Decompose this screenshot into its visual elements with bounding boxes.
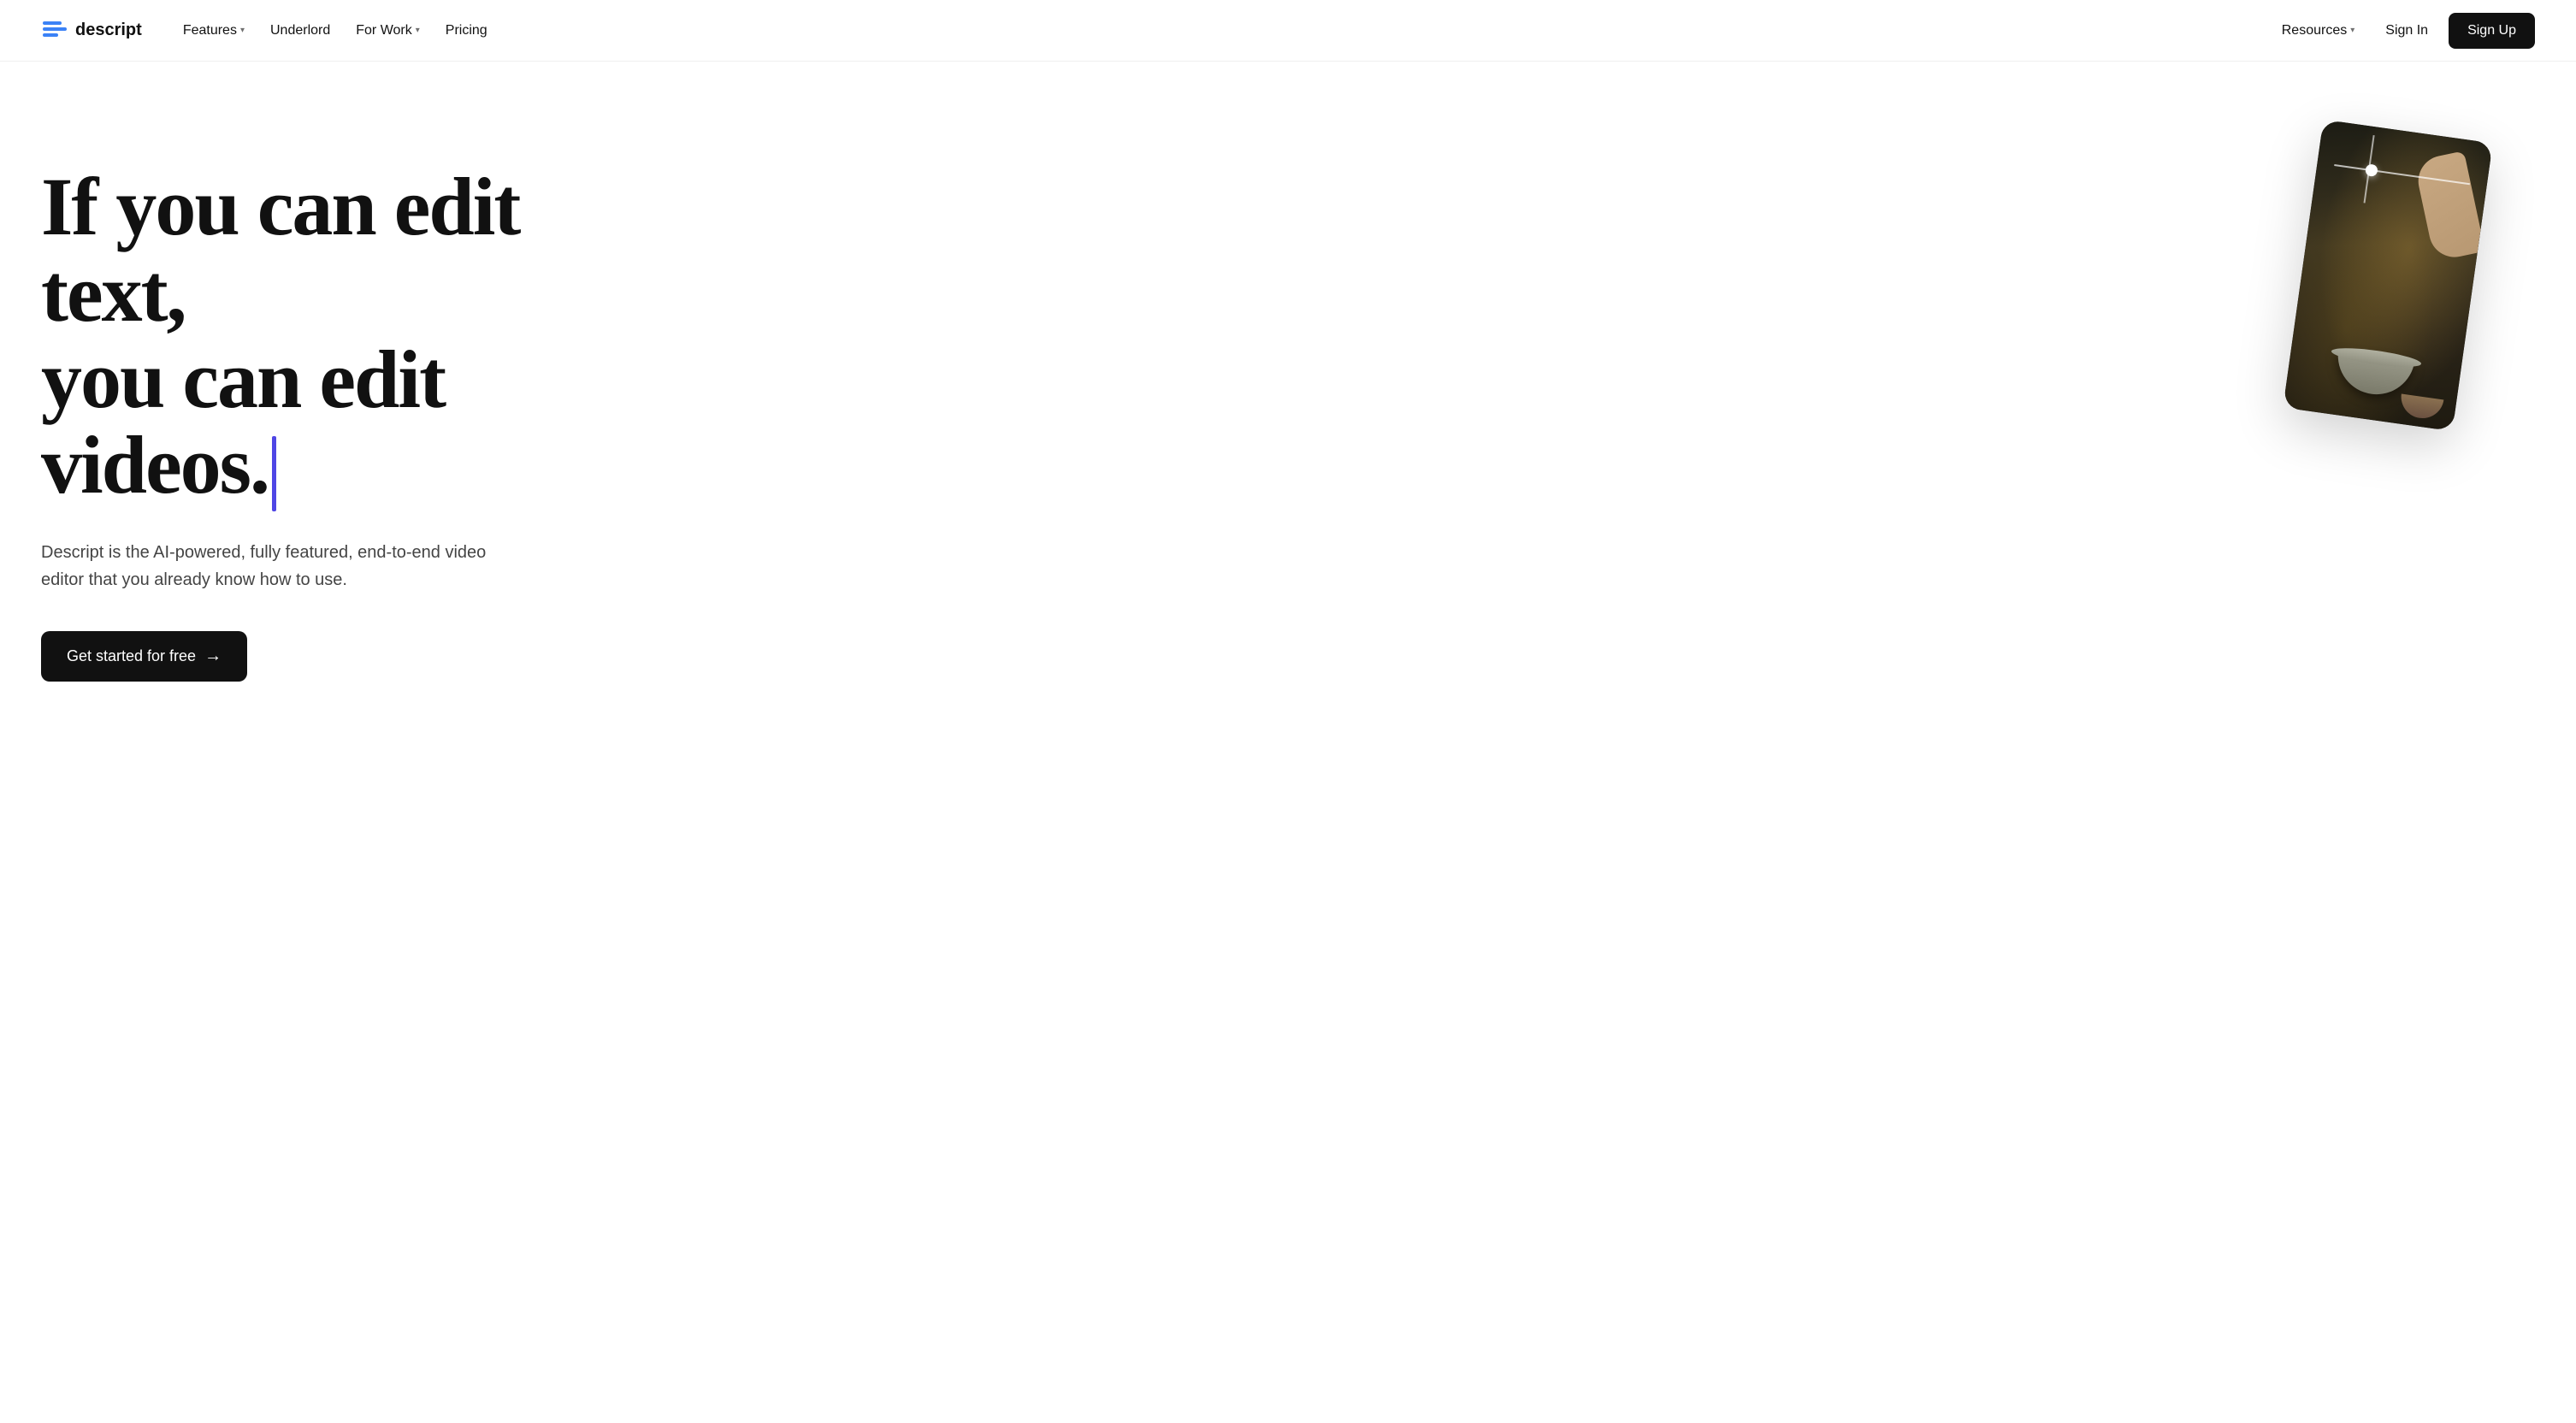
descript-logo-icon <box>41 17 68 44</box>
hero-subtext: Descript is the AI-powered, fully featur… <box>41 539 520 593</box>
hero-section: If you can edit text, you can edit video… <box>0 62 2576 1423</box>
arrow-icon: → <box>204 647 222 666</box>
chevron-down-icon: ▾ <box>240 26 245 35</box>
nav-right: Resources ▾ Sign In Sign Up <box>2272 13 2535 49</box>
nav-link-features[interactable]: Features ▾ <box>173 16 255 45</box>
signup-button[interactable]: Sign Up <box>2449 13 2535 49</box>
nav-link-for-work[interactable]: For Work ▾ <box>346 16 430 45</box>
hero-headline: If you can edit text, you can edit video… <box>41 164 623 511</box>
signin-button[interactable]: Sign In <box>2372 15 2442 47</box>
nav-link-underlord[interactable]: Underlord <box>260 16 340 45</box>
text-cursor <box>272 436 276 511</box>
phone-screen <box>2283 120 2492 432</box>
nav-link-pricing[interactable]: Pricing <box>435 16 498 45</box>
nav-item-for-work: For Work ▾ <box>346 16 430 45</box>
hero-content: If you can edit text, you can edit video… <box>41 130 623 682</box>
nav-links: Features ▾ Underlord For Work ▾ Pricing <box>173 16 498 45</box>
nav-item-features: Features ▾ <box>173 16 255 45</box>
logo-text: descript <box>75 21 142 40</box>
hero-visual <box>2234 130 2525 421</box>
logo-link[interactable]: descript <box>41 17 142 44</box>
cta-button[interactable]: Get started for free → <box>41 631 247 682</box>
nav-left: descript Features ▾ Underlord For Work ▾ <box>41 16 498 45</box>
phone-mockup <box>2283 120 2492 432</box>
nav-link-resources[interactable]: Resources ▾ <box>2272 16 2366 45</box>
nav-item-underlord: Underlord <box>260 16 340 45</box>
nav-item-pricing: Pricing <box>435 16 498 45</box>
chevron-down-icon: ▾ <box>416 26 420 35</box>
chevron-down-icon: ▾ <box>2350 26 2354 35</box>
navbar: descript Features ▾ Underlord For Work ▾ <box>0 0 2576 62</box>
